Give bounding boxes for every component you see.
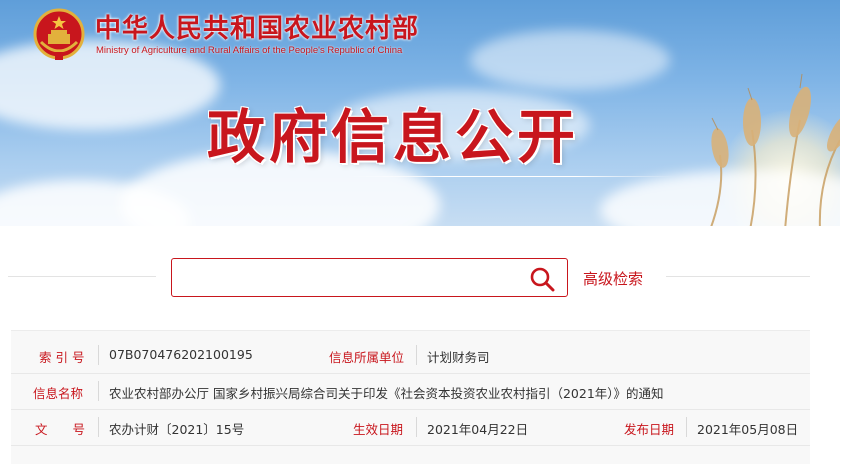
title-underline (345, 176, 675, 177)
effective-date-value: 2021年04月22日 (427, 422, 529, 437)
index-label: 索 引 号 (39, 350, 85, 365)
unit-value: 计划财务司 (427, 350, 490, 365)
info-table: 索 引 号 07B070476202100195 信息所属单位 计划财务司 信息… (11, 330, 810, 464)
search-box[interactable] (171, 258, 568, 297)
banner-title: 政府信息公开 (207, 103, 580, 171)
name-value: 农业农村部办公厅 国家乡村振兴局综合司关于印发《社会资本投资农业农村指引（202… (109, 386, 664, 401)
index-value: 07B070476202100195 (109, 347, 253, 362)
advanced-search-link[interactable]: 高级检索 (583, 268, 643, 289)
doc-number-label: 文 号 (35, 422, 86, 437)
info-row-index: 索 引 号 07B070476202100195 信息所属单位 计划财务司 (11, 337, 810, 374)
header-banner: 中华人民共和国农业农村部 Ministry of Agriculture and… (0, 0, 848, 228)
national-emblem-icon (33, 8, 85, 60)
wheat-decoration-icon (709, 73, 848, 228)
unit-label: 信息所属单位 (329, 350, 405, 365)
search-input[interactable] (180, 265, 514, 291)
info-row-title: 信息名称 农业农村部办公厅 国家乡村振兴局综合司关于印发《社会资本投资农业农村指… (11, 373, 810, 410)
doc-number-value: 农办计财〔2021〕15号 (109, 422, 245, 437)
ministry-name-cn: 中华人民共和国农业农村部 (95, 14, 420, 44)
ministry-name-en: Ministry of Agriculture and Rural Affair… (96, 45, 403, 56)
effective-date-label: 生效日期 (353, 422, 404, 437)
name-label: 信息名称 (33, 386, 84, 401)
publish-date-label: 发布日期 (624, 422, 675, 437)
search-icon[interactable] (529, 266, 555, 292)
info-row-document: 文 号 农办计财〔2021〕15号 生效日期 2021年04月22日 发布日期 … (11, 409, 810, 446)
divider-left (8, 276, 156, 277)
page: 中华人民共和国农业农村部 Ministry of Agriculture and… (0, 0, 848, 464)
divider-right (666, 276, 810, 277)
publish-date-value: 2021年05月08日 (697, 422, 799, 437)
